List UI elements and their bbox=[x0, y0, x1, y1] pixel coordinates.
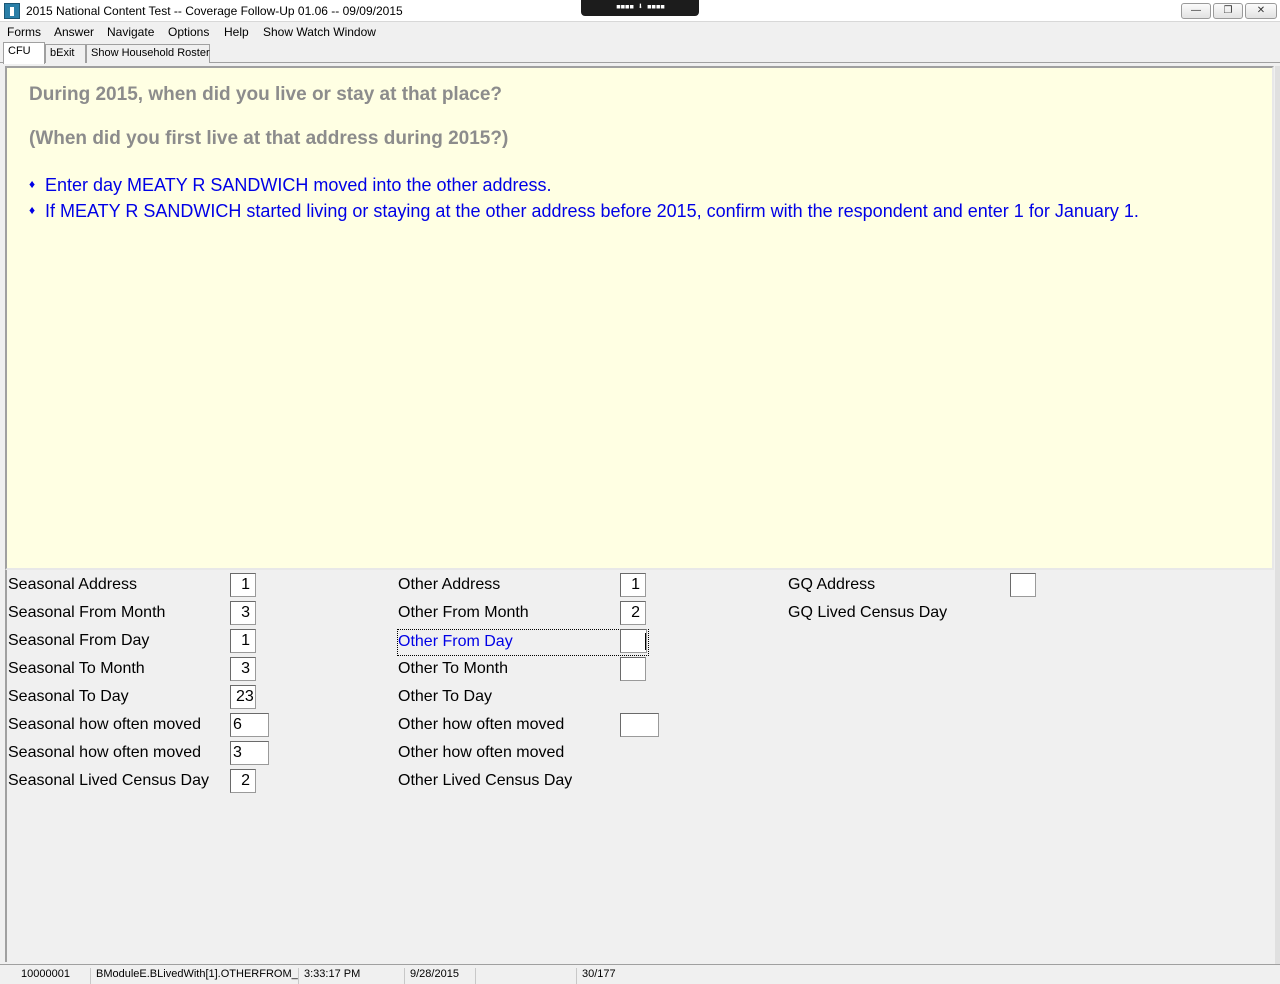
other-address-field[interactable]: 1 bbox=[620, 573, 646, 597]
menu-bar: Forms Answer Navigate Options Help Show … bbox=[0, 22, 1280, 42]
seasonal-address-label: Seasonal Address bbox=[8, 576, 137, 593]
tab-show-household-roster[interactable]: Show Household Roster bbox=[86, 44, 210, 63]
seasonal-lived-census-day-field[interactable]: 2 bbox=[230, 769, 256, 793]
other-to-day-label: Other To Day bbox=[398, 688, 492, 705]
other-how-often-moved-field[interactable] bbox=[620, 713, 659, 737]
seasonal-to-day-label: Seasonal To Day bbox=[8, 688, 129, 705]
gq-address-field[interactable] bbox=[1010, 573, 1036, 597]
other-how-often-moved-label-2: Other how often moved bbox=[398, 744, 565, 761]
instruction-1-text: Enter day MEATY R SANDWICH moved into th… bbox=[45, 175, 552, 195]
app-icon bbox=[4, 3, 20, 19]
other-how-often-moved-label: Other how often moved bbox=[398, 716, 565, 733]
seasonal-from-month-field[interactable]: 3 bbox=[230, 601, 256, 625]
title-bar: 2015 National Content Test -- Coverage F… bbox=[0, 0, 1280, 22]
other-lived-census-day-label: Other Lived Census Day bbox=[398, 772, 573, 789]
text-cursor bbox=[645, 633, 646, 650]
tab-bar: CFU bExit Show Household Roster bbox=[0, 42, 1280, 64]
close-button[interactable]: ✕ bbox=[1245, 3, 1277, 19]
seasonal-how-often-moved-label-2: Seasonal how often moved bbox=[8, 744, 202, 761]
right-edge-scroll bbox=[1275, 66, 1280, 974]
question-subtext: (When did you first live at that address… bbox=[29, 128, 509, 149]
status-field-path: BModuleE.BLivedWith[1].OTHERFROM_D bbox=[92, 968, 299, 984]
seasonal-how-often-moved-label: Seasonal how often moved bbox=[8, 716, 202, 733]
seasonal-to-day-field[interactable]: 23 bbox=[230, 685, 256, 709]
other-address-label: Other Address bbox=[398, 576, 501, 593]
remote-toolbar-handle[interactable]: ▪▪▪▪ ⬇ ▪▪▪▪ bbox=[581, 0, 699, 16]
other-from-month-label: Other From Month bbox=[398, 604, 529, 621]
menu-navigate[interactable]: Navigate bbox=[107, 25, 154, 39]
menu-help[interactable]: Help bbox=[224, 25, 249, 39]
tab-bexit[interactable]: bExit bbox=[45, 44, 86, 63]
minimize-button[interactable]: — bbox=[1181, 3, 1211, 19]
seasonal-to-month-field[interactable]: 3 bbox=[230, 657, 256, 681]
menu-show-watch-window[interactable]: Show Watch Window bbox=[263, 25, 376, 39]
window-title: 2015 National Content Test -- Coverage F… bbox=[26, 4, 403, 18]
seasonal-to-month-label: Seasonal To Month bbox=[8, 660, 145, 677]
menu-forms[interactable]: Forms bbox=[7, 25, 41, 39]
question-text: During 2015, when did you live or stay a… bbox=[29, 84, 503, 105]
status-case-id: 10000001 bbox=[17, 968, 91, 984]
restore-button[interactable]: ❐ bbox=[1213, 3, 1243, 19]
gq-address-label: GQ Address bbox=[788, 576, 876, 593]
instruction-1: ♦ Enter day MEATY R SANDWICH moved into t… bbox=[29, 175, 552, 196]
seasonal-address-field[interactable]: 1 bbox=[230, 573, 256, 597]
seasonal-from-month-label: Seasonal From Month bbox=[8, 604, 166, 621]
diamond-bullet-icon: ♦ bbox=[29, 203, 36, 217]
instruction-2: ♦ If MEATY R SANDWICH started living or s… bbox=[29, 201, 1139, 222]
tab-cfu[interactable]: CFU bbox=[3, 42, 45, 64]
status-date: 9/28/2015 bbox=[406, 968, 476, 984]
status-page: 30/177 bbox=[582, 968, 616, 980]
instruction-2-text: If MEATY R SANDWICH started living or st… bbox=[45, 201, 1139, 221]
diamond-bullet-icon: ♦ bbox=[29, 177, 36, 191]
status-spacer bbox=[477, 968, 577, 984]
fields-pane: Seasonal Address 1 Seasonal From Month 3… bbox=[5, 570, 1274, 962]
other-from-day-label: Other From Day bbox=[397, 629, 649, 656]
menu-answer[interactable]: Answer bbox=[54, 25, 94, 39]
question-pane: During 2015, when did you live or stay a… bbox=[5, 66, 1274, 570]
status-time: 3:33:17 PM bbox=[300, 968, 405, 984]
other-to-month-field[interactable] bbox=[620, 657, 646, 681]
other-from-month-field[interactable]: 2 bbox=[620, 601, 646, 625]
other-from-day-field[interactable] bbox=[620, 629, 647, 653]
seasonal-how-often-moved-field-2[interactable]: 3 bbox=[230, 741, 269, 765]
menu-options[interactable]: Options bbox=[168, 25, 209, 39]
other-to-month-label: Other To Month bbox=[398, 660, 508, 677]
seasonal-lived-census-day-label: Seasonal Lived Census Day bbox=[8, 772, 210, 789]
seasonal-from-day-label: Seasonal From Day bbox=[8, 632, 150, 649]
seasonal-how-often-moved-field[interactable]: 6 bbox=[230, 713, 269, 737]
gq-lived-census-day-label: GQ Lived Census Day bbox=[788, 604, 948, 621]
seasonal-from-day-field[interactable]: 1 bbox=[230, 629, 256, 653]
status-bar: 10000001 BModuleE.BLivedWith[1].OTHERFRO… bbox=[0, 964, 1280, 984]
